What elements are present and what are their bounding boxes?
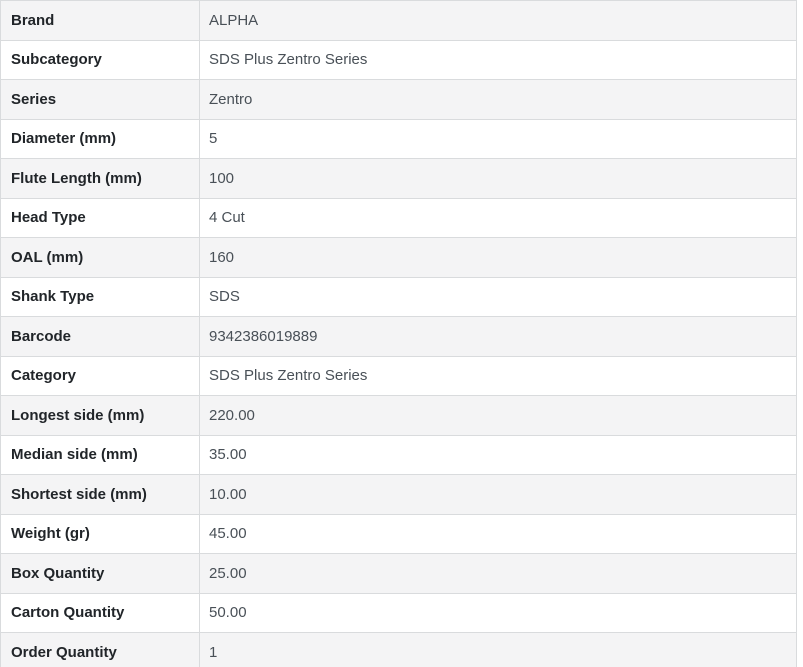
spec-label-cell: Head Type xyxy=(1,198,200,238)
spec-label-cell: Box Quantity xyxy=(1,554,200,594)
product-spec-table: BrandALPHASubcategorySDS Plus Zentro Ser… xyxy=(0,0,797,667)
spec-row: OAL (mm)160 xyxy=(1,238,797,278)
spec-label-cell: Brand xyxy=(1,1,200,41)
spec-value-cell: 160 xyxy=(200,238,797,278)
product-spec-table-body: BrandALPHASubcategorySDS Plus Zentro Ser… xyxy=(1,1,797,667)
spec-value-cell: 45.00 xyxy=(200,514,797,554)
spec-value-cell: 9342386019889 xyxy=(200,317,797,357)
spec-value-cell: SDS Plus Zentro Series xyxy=(200,356,797,396)
spec-value-cell: 35.00 xyxy=(200,435,797,475)
spec-value-cell: 10.00 xyxy=(200,475,797,515)
spec-value-cell: SDS Plus Zentro Series xyxy=(200,40,797,80)
spec-value-cell: 25.00 xyxy=(200,554,797,594)
spec-label-cell: Weight (gr) xyxy=(1,514,200,554)
spec-row: Box Quantity25.00 xyxy=(1,554,797,594)
spec-value-cell: 50.00 xyxy=(200,593,797,633)
spec-row: Order Quantity1 xyxy=(1,633,797,667)
spec-row: Diameter (mm)5 xyxy=(1,119,797,159)
spec-label-cell: Order Quantity xyxy=(1,633,200,667)
spec-value-cell: 100 xyxy=(200,159,797,199)
spec-label-cell: Subcategory xyxy=(1,40,200,80)
spec-row: Barcode9342386019889 xyxy=(1,317,797,357)
spec-label-cell: OAL (mm) xyxy=(1,238,200,278)
spec-label-cell: Series xyxy=(1,80,200,120)
spec-label-cell: Median side (mm) xyxy=(1,435,200,475)
spec-label-cell: Carton Quantity xyxy=(1,593,200,633)
spec-value-cell: Zentro xyxy=(200,80,797,120)
spec-value-cell: 1 xyxy=(200,633,797,667)
spec-row: Weight (gr)45.00 xyxy=(1,514,797,554)
spec-label-cell: Flute Length (mm) xyxy=(1,159,200,199)
spec-row: Carton Quantity50.00 xyxy=(1,593,797,633)
spec-label-cell: Shortest side (mm) xyxy=(1,475,200,515)
spec-row: Shank TypeSDS xyxy=(1,277,797,317)
spec-row: Longest side (mm)220.00 xyxy=(1,396,797,436)
spec-value-cell: 4 Cut xyxy=(200,198,797,238)
spec-row: Shortest side (mm)10.00 xyxy=(1,475,797,515)
spec-value-cell: 220.00 xyxy=(200,396,797,436)
spec-row: BrandALPHA xyxy=(1,1,797,41)
spec-row: Median side (mm)35.00 xyxy=(1,435,797,475)
spec-label-cell: Diameter (mm) xyxy=(1,119,200,159)
spec-label-cell: Shank Type xyxy=(1,277,200,317)
spec-value-cell: SDS xyxy=(200,277,797,317)
spec-row: Head Type4 Cut xyxy=(1,198,797,238)
spec-row: SeriesZentro xyxy=(1,80,797,120)
spec-label-cell: Longest side (mm) xyxy=(1,396,200,436)
spec-value-cell: ALPHA xyxy=(200,1,797,41)
spec-row: SubcategorySDS Plus Zentro Series xyxy=(1,40,797,80)
spec-label-cell: Category xyxy=(1,356,200,396)
spec-row: CategorySDS Plus Zentro Series xyxy=(1,356,797,396)
spec-value-cell: 5 xyxy=(200,119,797,159)
spec-row: Flute Length (mm)100 xyxy=(1,159,797,199)
spec-label-cell: Barcode xyxy=(1,317,200,357)
